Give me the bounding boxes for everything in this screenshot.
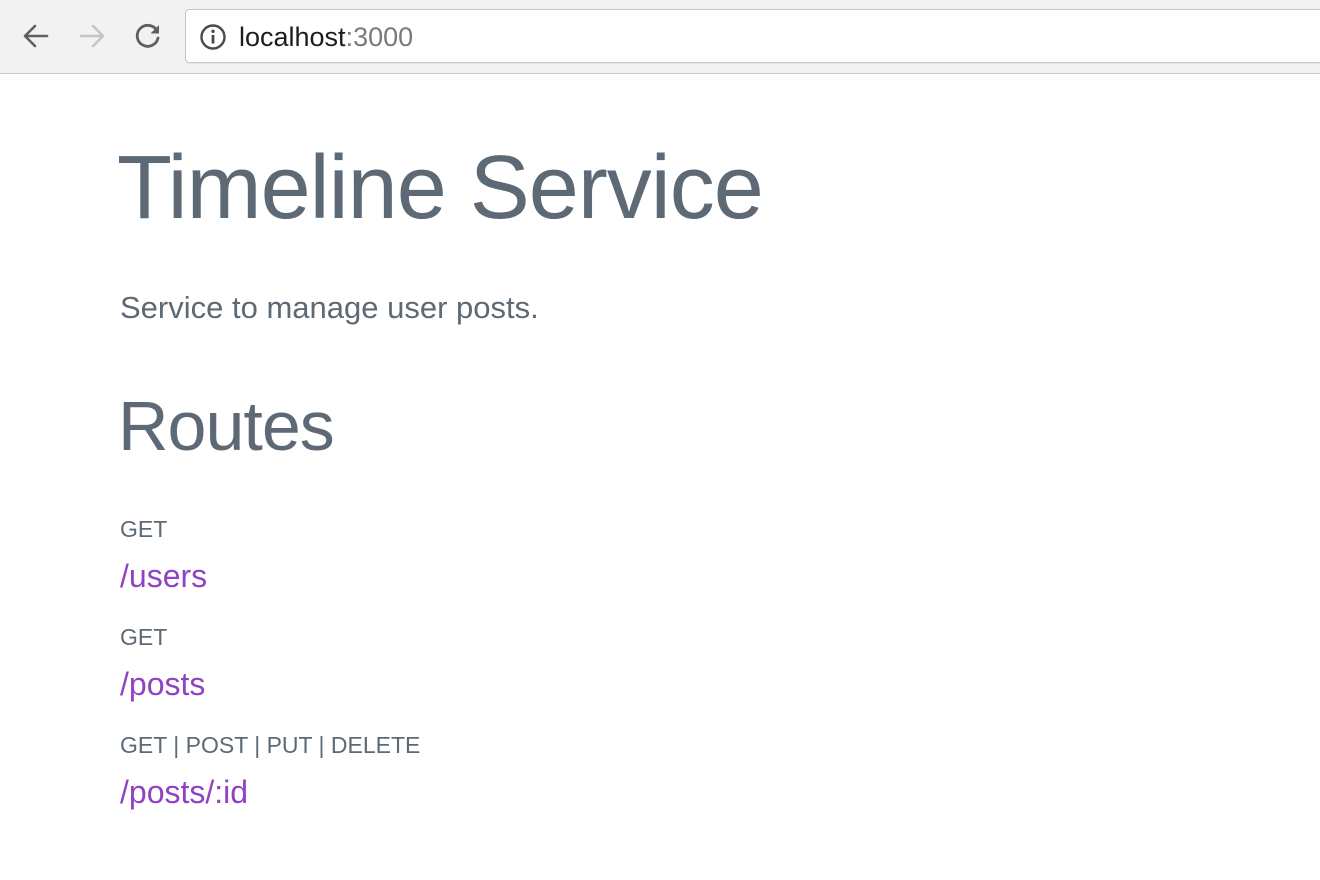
route-item: GET | POST | PUT | DELETE /posts/:id <box>120 730 420 838</box>
back-button[interactable] <box>18 18 54 54</box>
page-title: Timeline Service <box>117 138 764 238</box>
route-item: GET /users <box>120 514 420 622</box>
route-methods: GET <box>120 624 168 650</box>
forward-button[interactable] <box>74 18 110 54</box>
info-icon[interactable] <box>199 23 227 51</box>
url-text[interactable]: localhost:3000 <box>239 22 413 52</box>
url-port: :3000 <box>345 22 414 52</box>
arrow-left-icon <box>23 24 49 48</box>
route-link-post-by-id[interactable]: /posts/:id <box>120 774 420 810</box>
route-methods: GET <box>120 516 168 542</box>
page-description: Service to manage user posts. <box>120 290 539 325</box>
route-link-posts[interactable]: /posts <box>120 666 420 702</box>
reload-button[interactable] <box>130 18 166 54</box>
address-bar[interactable]: localhost:3000 <box>185 9 1320 63</box>
url-host: localhost <box>239 22 346 52</box>
routes-heading: Routes <box>118 387 335 465</box>
route-item: GET /posts <box>120 622 420 730</box>
routes-list: GET /users GET /posts GET | POST | PUT |… <box>120 514 420 838</box>
browser-toolbar: localhost:3000 <box>0 0 1320 74</box>
arrow-right-icon <box>79 24 105 48</box>
reload-icon <box>135 23 160 48</box>
route-link-users[interactable]: /users <box>120 558 420 594</box>
route-methods: GET | POST | PUT | DELETE <box>120 732 421 758</box>
